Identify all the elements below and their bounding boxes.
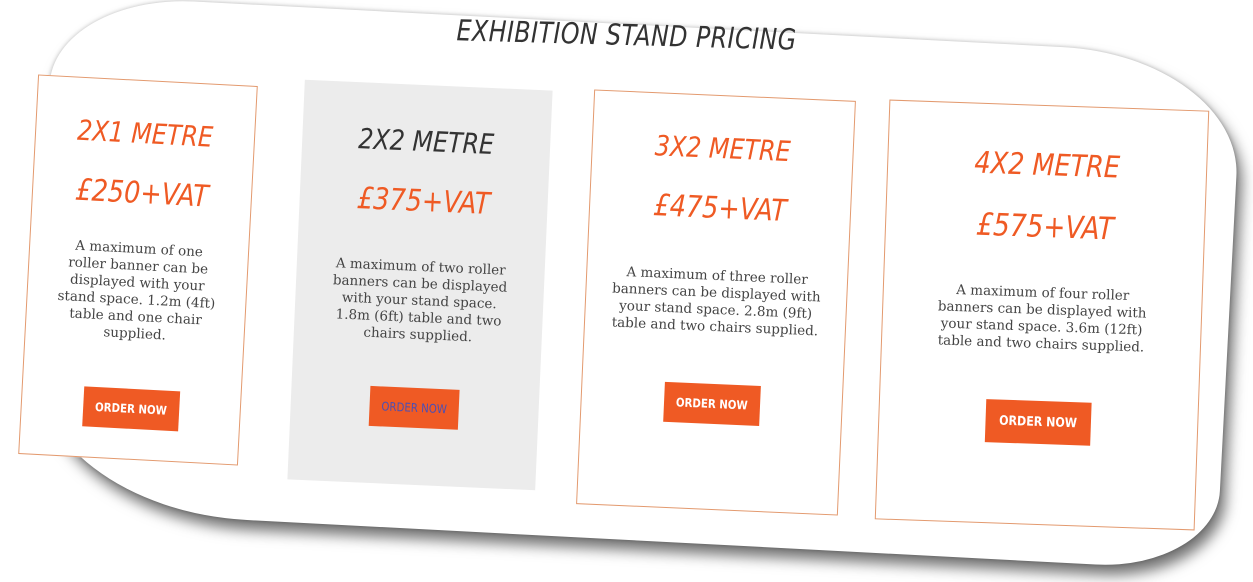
card-price: £375+VAT: [356, 181, 491, 222]
pricing-card-2x2: 2X2 METRE £375+VAT A maximum of two roll…: [287, 79, 553, 491]
card-description: A maximum of two roller banners can be d…: [332, 255, 508, 346]
card-description: A maximum of four roller banners can be …: [937, 281, 1147, 356]
card-description: A maximum of one roller banner can be di…: [57, 237, 216, 344]
order-now-button[interactable]: ORDER NOW: [369, 385, 461, 430]
card-size-label: 4X2 METRE: [973, 145, 1121, 186]
card-size-label: 2X2 METRE: [357, 122, 495, 162]
card-size-label: 2X1 METRE: [76, 113, 214, 154]
pricing-card-2x1: 2X1 METRE £250+VAT A maximum of one roll…: [18, 74, 258, 466]
order-now-button[interactable]: ORDER NOW: [985, 399, 1092, 446]
order-now-button[interactable]: ORDER NOW: [81, 386, 180, 432]
card-price: £250+VAT: [74, 172, 210, 215]
card-description: A maximum of three roller banners can be…: [611, 264, 822, 340]
order-now-button[interactable]: ORDER NOW: [662, 381, 761, 426]
pricing-stage: EXHIBITION STAND PRICING 2X1 METRE £250+…: [0, 0, 1253, 582]
card-size-label: 3X2 METRE: [654, 129, 792, 169]
card-price: £575+VAT: [975, 206, 1115, 248]
pricing-card-4x2: 4X2 METRE £575+VAT A maximum of four rol…: [874, 99, 1210, 531]
card-price: £475+VAT: [652, 188, 788, 229]
pricing-card-3x2: 3X2 METRE £475+VAT A maximum of three ro…: [576, 89, 856, 516]
